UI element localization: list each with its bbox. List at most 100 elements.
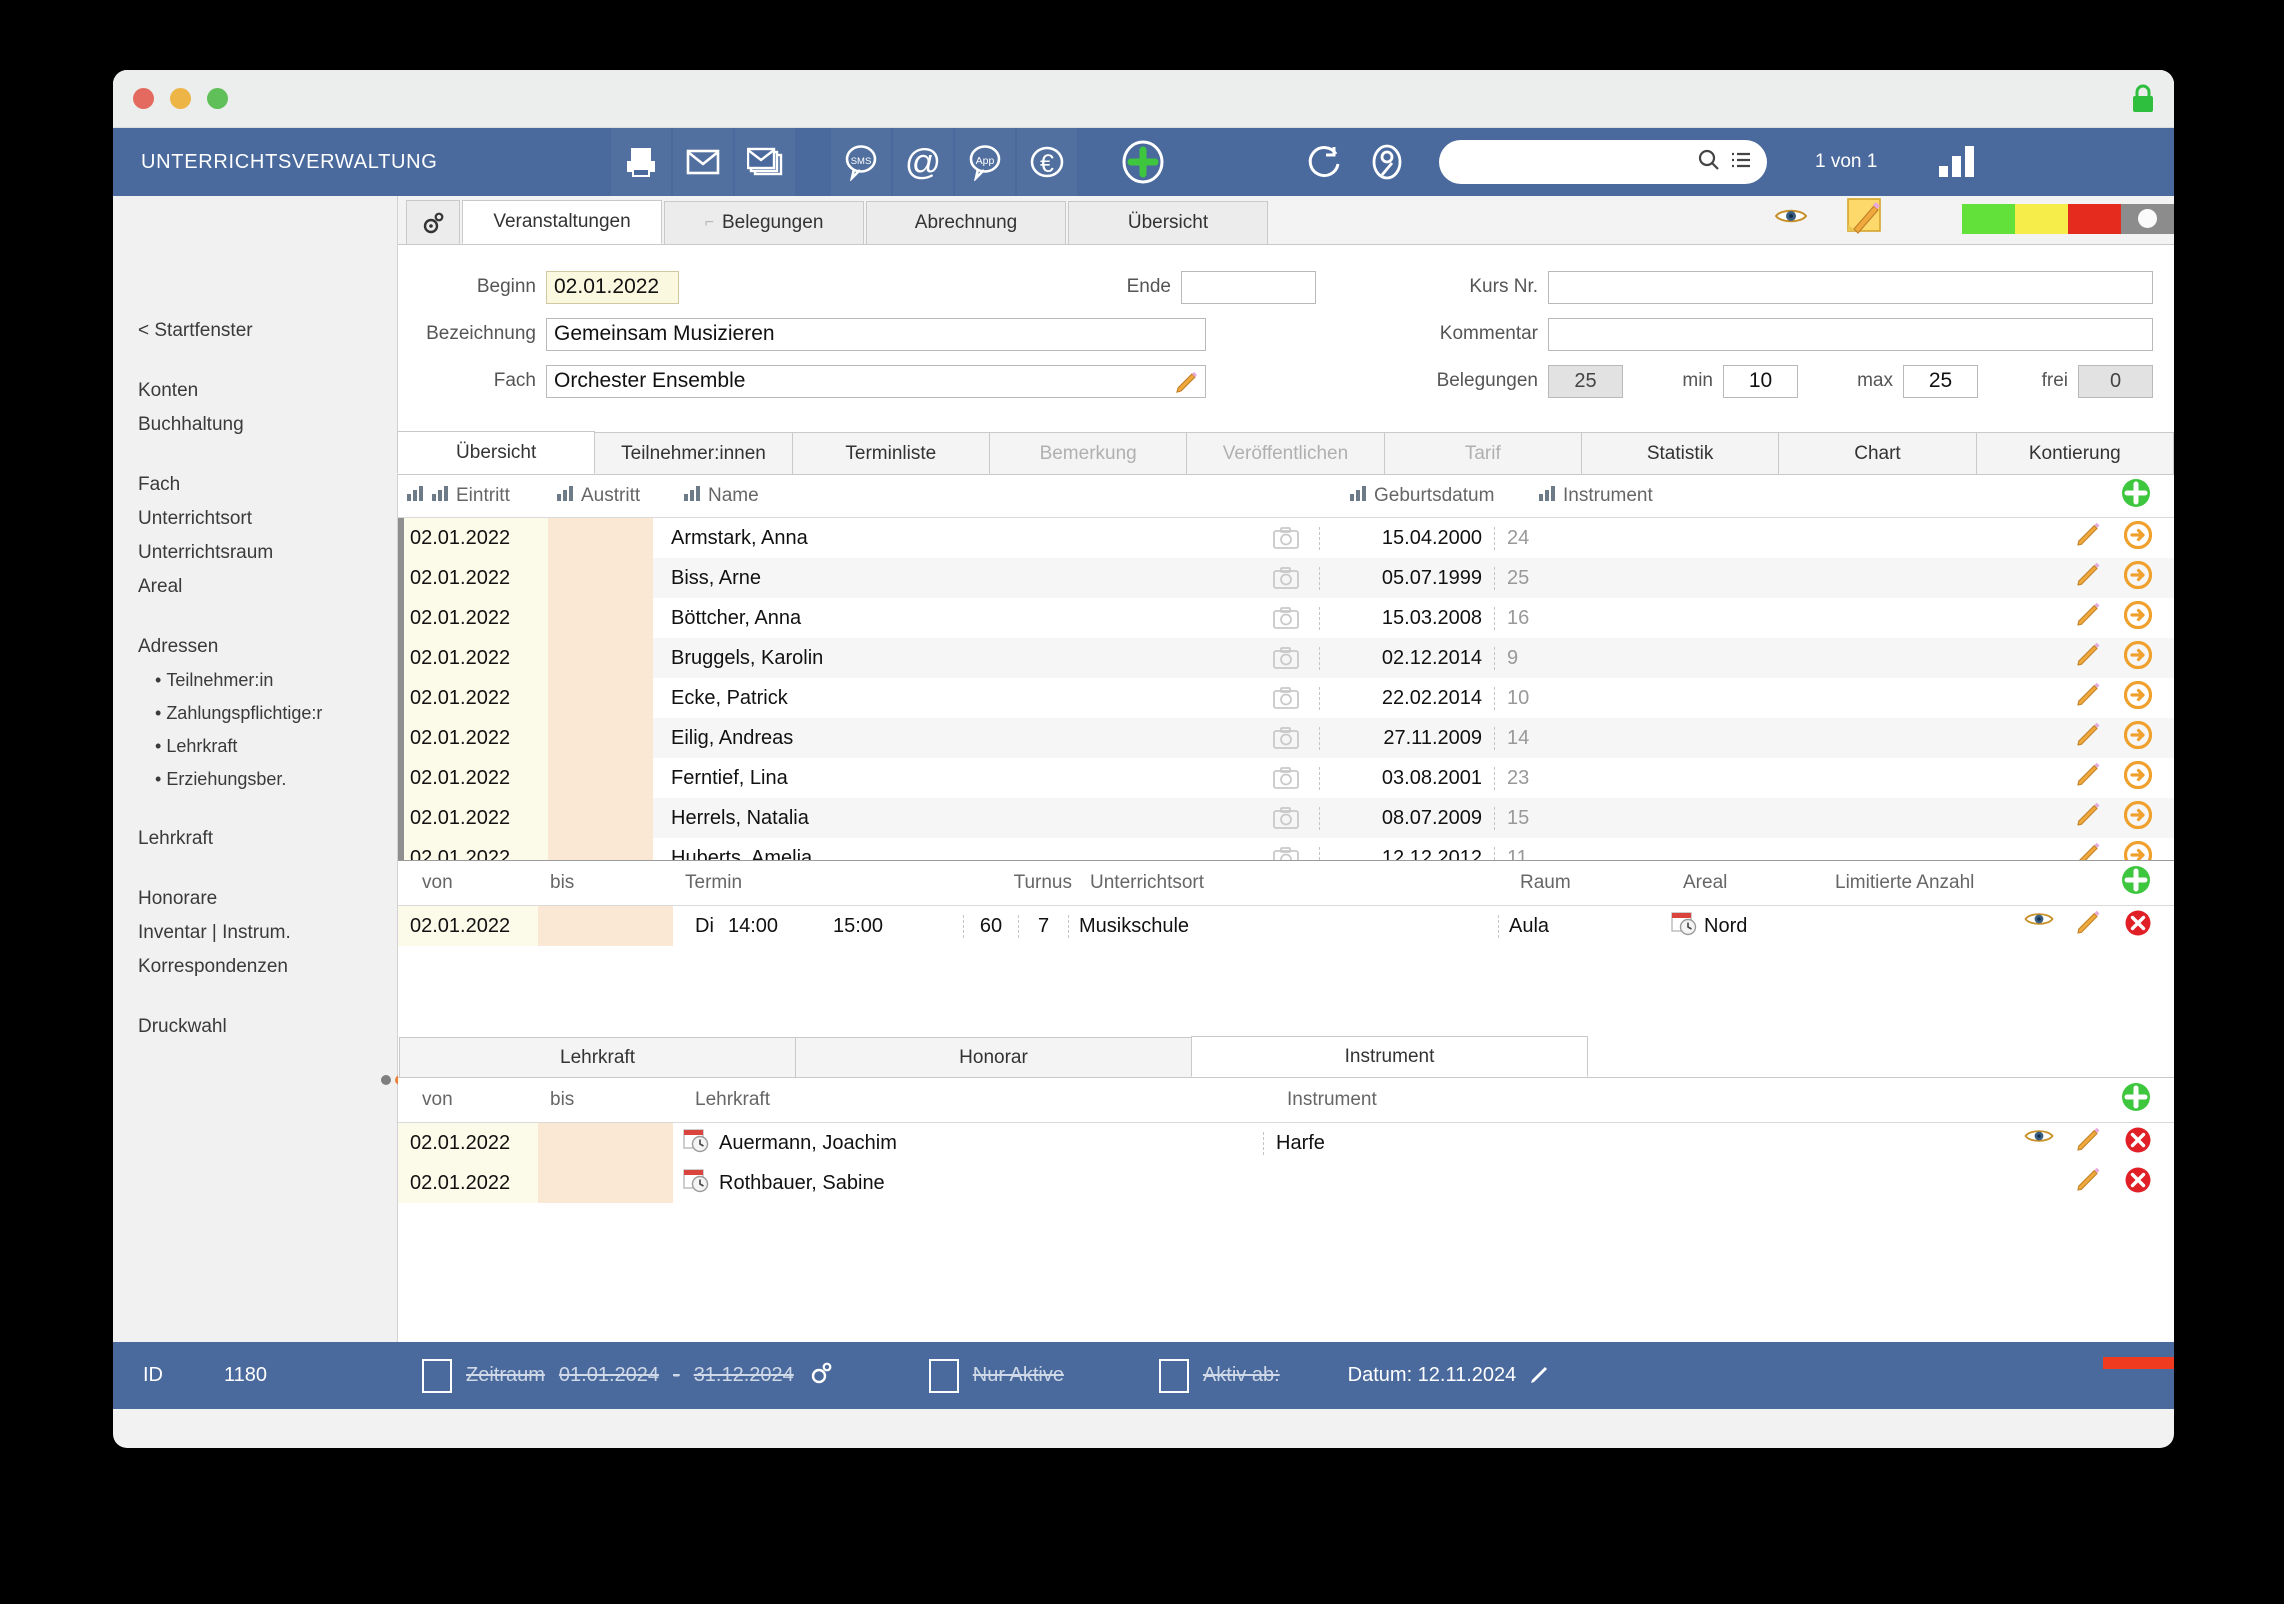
aktiv-ab-checkbox[interactable] [1158, 1358, 1189, 1393]
bottom-tab-lehrkraft[interactable]: Lehrkraft [399, 1037, 796, 1077]
sort-icon[interactable] [556, 485, 574, 507]
pencil-icon[interactable] [2076, 681, 2102, 715]
print-button[interactable] [611, 128, 671, 196]
bezeichnung-field[interactable]: Gemeinsam Musizieren [546, 317, 1206, 351]
eye-icon[interactable] [1774, 205, 1808, 232]
table-row[interactable]: 02.01.2022 Eilig, Andreas 27.11.2009 14 [398, 718, 2174, 758]
beginn-field[interactable]: 02.01.2022 [546, 270, 679, 304]
bottom-tab-honorar[interactable]: Honorar [795, 1037, 1192, 1077]
eye-icon[interactable] [2024, 909, 2054, 943]
photo-icon[interactable] [1253, 647, 1319, 669]
sidebar-item-unterrichtsraum[interactable]: Unterrichtsraum [113, 536, 397, 570]
sort-icon[interactable] [683, 485, 701, 507]
pencil-icon[interactable] [2076, 521, 2102, 555]
pencil-icon[interactable] [2076, 1126, 2102, 1160]
table-row[interactable]: 02.01.2022 Böttcher, Anna 15.03.2008 16 [398, 598, 2174, 638]
sms-button[interactable]: SMS [831, 128, 891, 196]
sidebar-item-druckwahl[interactable]: Druckwahl [113, 1010, 397, 1044]
sidebar-item-inventar-instrum[interactable]: Inventar | Instrum. [113, 916, 397, 950]
tab-uebersicht[interactable]: Übersicht [1068, 201, 1268, 244]
subtab-uebersicht[interactable]: Übersicht [397, 431, 596, 474]
add-termin-button[interactable] [2120, 864, 2152, 902]
photo-icon[interactable] [1253, 847, 1319, 860]
max-field[interactable]: 25 [1903, 364, 1978, 398]
search-person-button[interactable] [1357, 128, 1417, 196]
kommentar-field[interactable] [1548, 317, 2153, 351]
open-record-icon[interactable] [2123, 840, 2153, 860]
status-light-neutral[interactable] [2121, 203, 2174, 234]
zeitraum-from[interactable]: 01.01.2024 [559, 1364, 659, 1387]
pencil-icon[interactable] [2076, 561, 2102, 595]
sidebar-back-startfenster[interactable]: < Startfenster [113, 314, 397, 348]
table-row[interactable]: 02.01.2022 Auermann, Joachim Harfe [398, 1123, 2174, 1163]
sidebar-item-teilnehmerin[interactable]: • Teilnehmer:in [113, 664, 397, 697]
gear-icon[interactable] [406, 200, 460, 244]
open-record-icon[interactable] [2123, 800, 2153, 835]
photo-icon[interactable] [1253, 687, 1319, 709]
tab-veranstaltungen[interactable]: Veranstaltungen [462, 200, 662, 244]
pencil-icon[interactable] [2076, 761, 2102, 795]
photo-icon[interactable] [1253, 727, 1319, 749]
pencil-icon[interactable] [1175, 370, 1199, 400]
close-window-button[interactable] [133, 88, 154, 109]
eye-icon[interactable] [2024, 1126, 2054, 1160]
subtab-teilnehmerinnen[interactable]: Teilnehmer:innen [594, 432, 793, 474]
pencil-icon[interactable] [2076, 1166, 2102, 1200]
sidebar-item-zahlungspflichtige[interactable]: • Zahlungspflichtige:r [113, 697, 397, 730]
zoom-window-button[interactable] [207, 88, 228, 109]
open-record-icon[interactable] [2123, 600, 2153, 635]
subtab-terminliste[interactable]: Terminliste [791, 432, 990, 474]
pencil-icon[interactable] [2076, 721, 2102, 755]
pencil-icon[interactable] [2076, 841, 2102, 860]
add-lehrkraft-button[interactable] [2120, 1081, 2152, 1119]
fach-field[interactable]: Orchester Ensemble [546, 364, 1206, 400]
note-edit-icon[interactable] [1846, 197, 1884, 240]
lock-icon[interactable] [2130, 84, 2156, 114]
table-row[interactable]: 02.01.2022 Rothbauer, Sabine [398, 1163, 2174, 1203]
sort-icon[interactable] [406, 485, 424, 507]
pencil-icon[interactable] [2076, 909, 2102, 943]
delete-icon[interactable] [2124, 909, 2152, 943]
sidebar-item-korrespondenzen[interactable]: Korrespondenzen [113, 950, 397, 984]
add-participant-button[interactable] [2120, 477, 2152, 515]
refresh-button[interactable] [1295, 128, 1355, 196]
gear-icon[interactable] [808, 1360, 834, 1392]
status-light-yellow[interactable] [2015, 203, 2068, 234]
ende-field[interactable] [1181, 270, 1316, 304]
search-icon[interactable] [1697, 148, 1721, 177]
search-box[interactable] [1439, 140, 1767, 184]
list-icon[interactable] [1729, 148, 1753, 177]
open-record-icon[interactable] [2123, 640, 2153, 675]
sidebar-item-konten[interactable]: Konten [113, 374, 397, 408]
tab-belegungen[interactable]: ⌐ Belegungen [664, 201, 864, 244]
open-record-icon[interactable] [2123, 720, 2153, 755]
subtab-chart[interactable]: Chart [1778, 432, 1977, 474]
table-row[interactable]: 02.01.2022 Huberts, Amelia 12.12.2012 11 [398, 838, 2174, 860]
table-row[interactable]: 02.01.2022 Herrels, Natalia 08.07.2009 15 [398, 798, 2174, 838]
calendar-clock-icon[interactable] [683, 1167, 709, 1199]
min-field[interactable]: 10 [1723, 364, 1798, 398]
sidebar-item-unterrichtsort[interactable]: Unterrichtsort [113, 502, 397, 536]
photo-icon[interactable] [1253, 807, 1319, 829]
sort-icon[interactable] [431, 485, 449, 507]
sidebar-item-buchhaltung[interactable]: Buchhaltung [113, 408, 397, 442]
table-row[interactable]: 02.01.2022 Armstark, Anna 15.04.2000 24 [398, 518, 2174, 558]
delete-icon[interactable] [2124, 1126, 2152, 1160]
pencil-icon[interactable] [2076, 641, 2102, 675]
table-row[interactable]: 02.01.2022 Ferntief, Lina 03.08.2001 23 [398, 758, 2174, 798]
search-input[interactable] [1453, 151, 1697, 173]
pencil-icon[interactable] [2076, 801, 2102, 835]
status-light-green[interactable] [1962, 203, 2015, 234]
sidebar-item-adressen[interactable]: Adressen [113, 630, 397, 664]
sidebar-item-areal[interactable]: Areal [113, 570, 397, 604]
kursnr-field[interactable] [1548, 270, 2153, 304]
euro-button[interactable]: € [1017, 128, 1077, 196]
calendar-clock-icon[interactable] [1671, 910, 1697, 942]
lehrkraft-table[interactable]: 02.01.2022 Auermann, Joachim Harfe 02.01.20… [398, 1123, 2174, 1203]
nur-aktive-checkbox[interactable] [928, 1358, 959, 1393]
pencil-icon[interactable] [1530, 1362, 1552, 1390]
photo-icon[interactable] [1253, 567, 1319, 589]
table-row[interactable]: 02.01.2022 Ecke, Patrick 22.02.2014 10 [398, 678, 2174, 718]
vertical-scrollbar[interactable] [398, 518, 404, 860]
add-record-button[interactable] [1113, 128, 1173, 196]
